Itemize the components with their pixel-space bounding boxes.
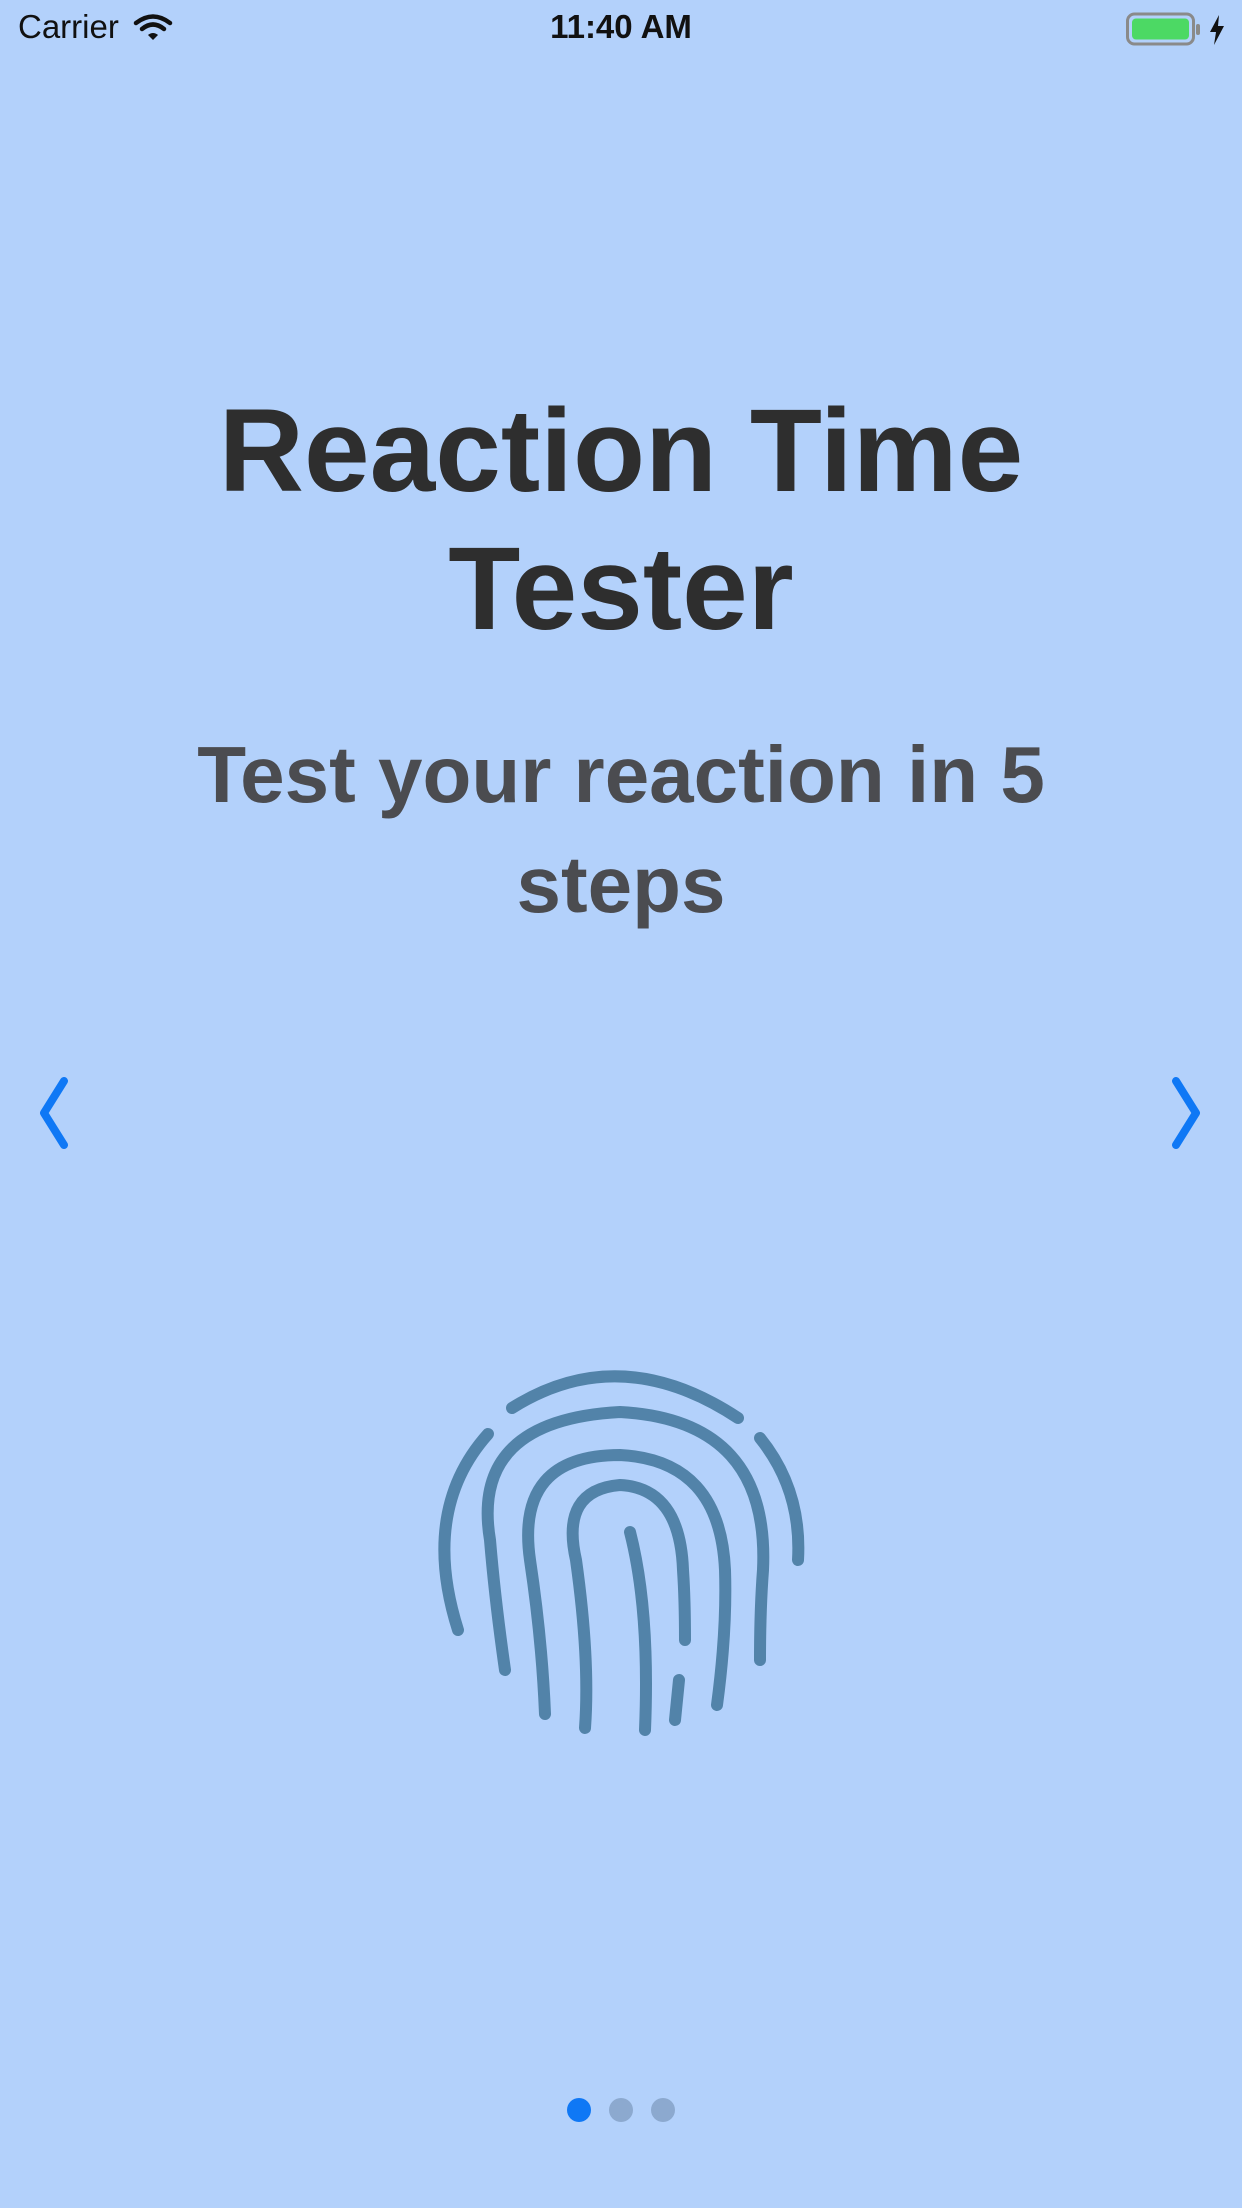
fingerprint-button[interactable] bbox=[430, 1360, 810, 1740]
charging-icon bbox=[1208, 14, 1226, 46]
battery-icon bbox=[1126, 12, 1202, 48]
status-time: 11:40 AM bbox=[550, 8, 692, 45]
previous-page-button[interactable] bbox=[24, 1070, 84, 1160]
next-page-button[interactable] bbox=[1156, 1070, 1216, 1160]
app-subtitle: Test your reaction in 5 steps bbox=[197, 730, 1045, 929]
page-indicator bbox=[0, 2098, 1242, 2122]
app-title: Reaction Time Tester bbox=[218, 385, 1024, 655]
page-dot-1[interactable] bbox=[567, 2098, 591, 2122]
battery-group bbox=[1126, 12, 1226, 48]
status-bar: Carrier 11:40 AM bbox=[0, 0, 1242, 60]
chevron-right-icon bbox=[1166, 1075, 1206, 1156]
chevron-left-icon bbox=[34, 1075, 74, 1156]
page-dot-2[interactable] bbox=[609, 2098, 633, 2122]
page-dot-3[interactable] bbox=[651, 2098, 675, 2122]
fingerprint-icon bbox=[438, 1370, 805, 1736]
